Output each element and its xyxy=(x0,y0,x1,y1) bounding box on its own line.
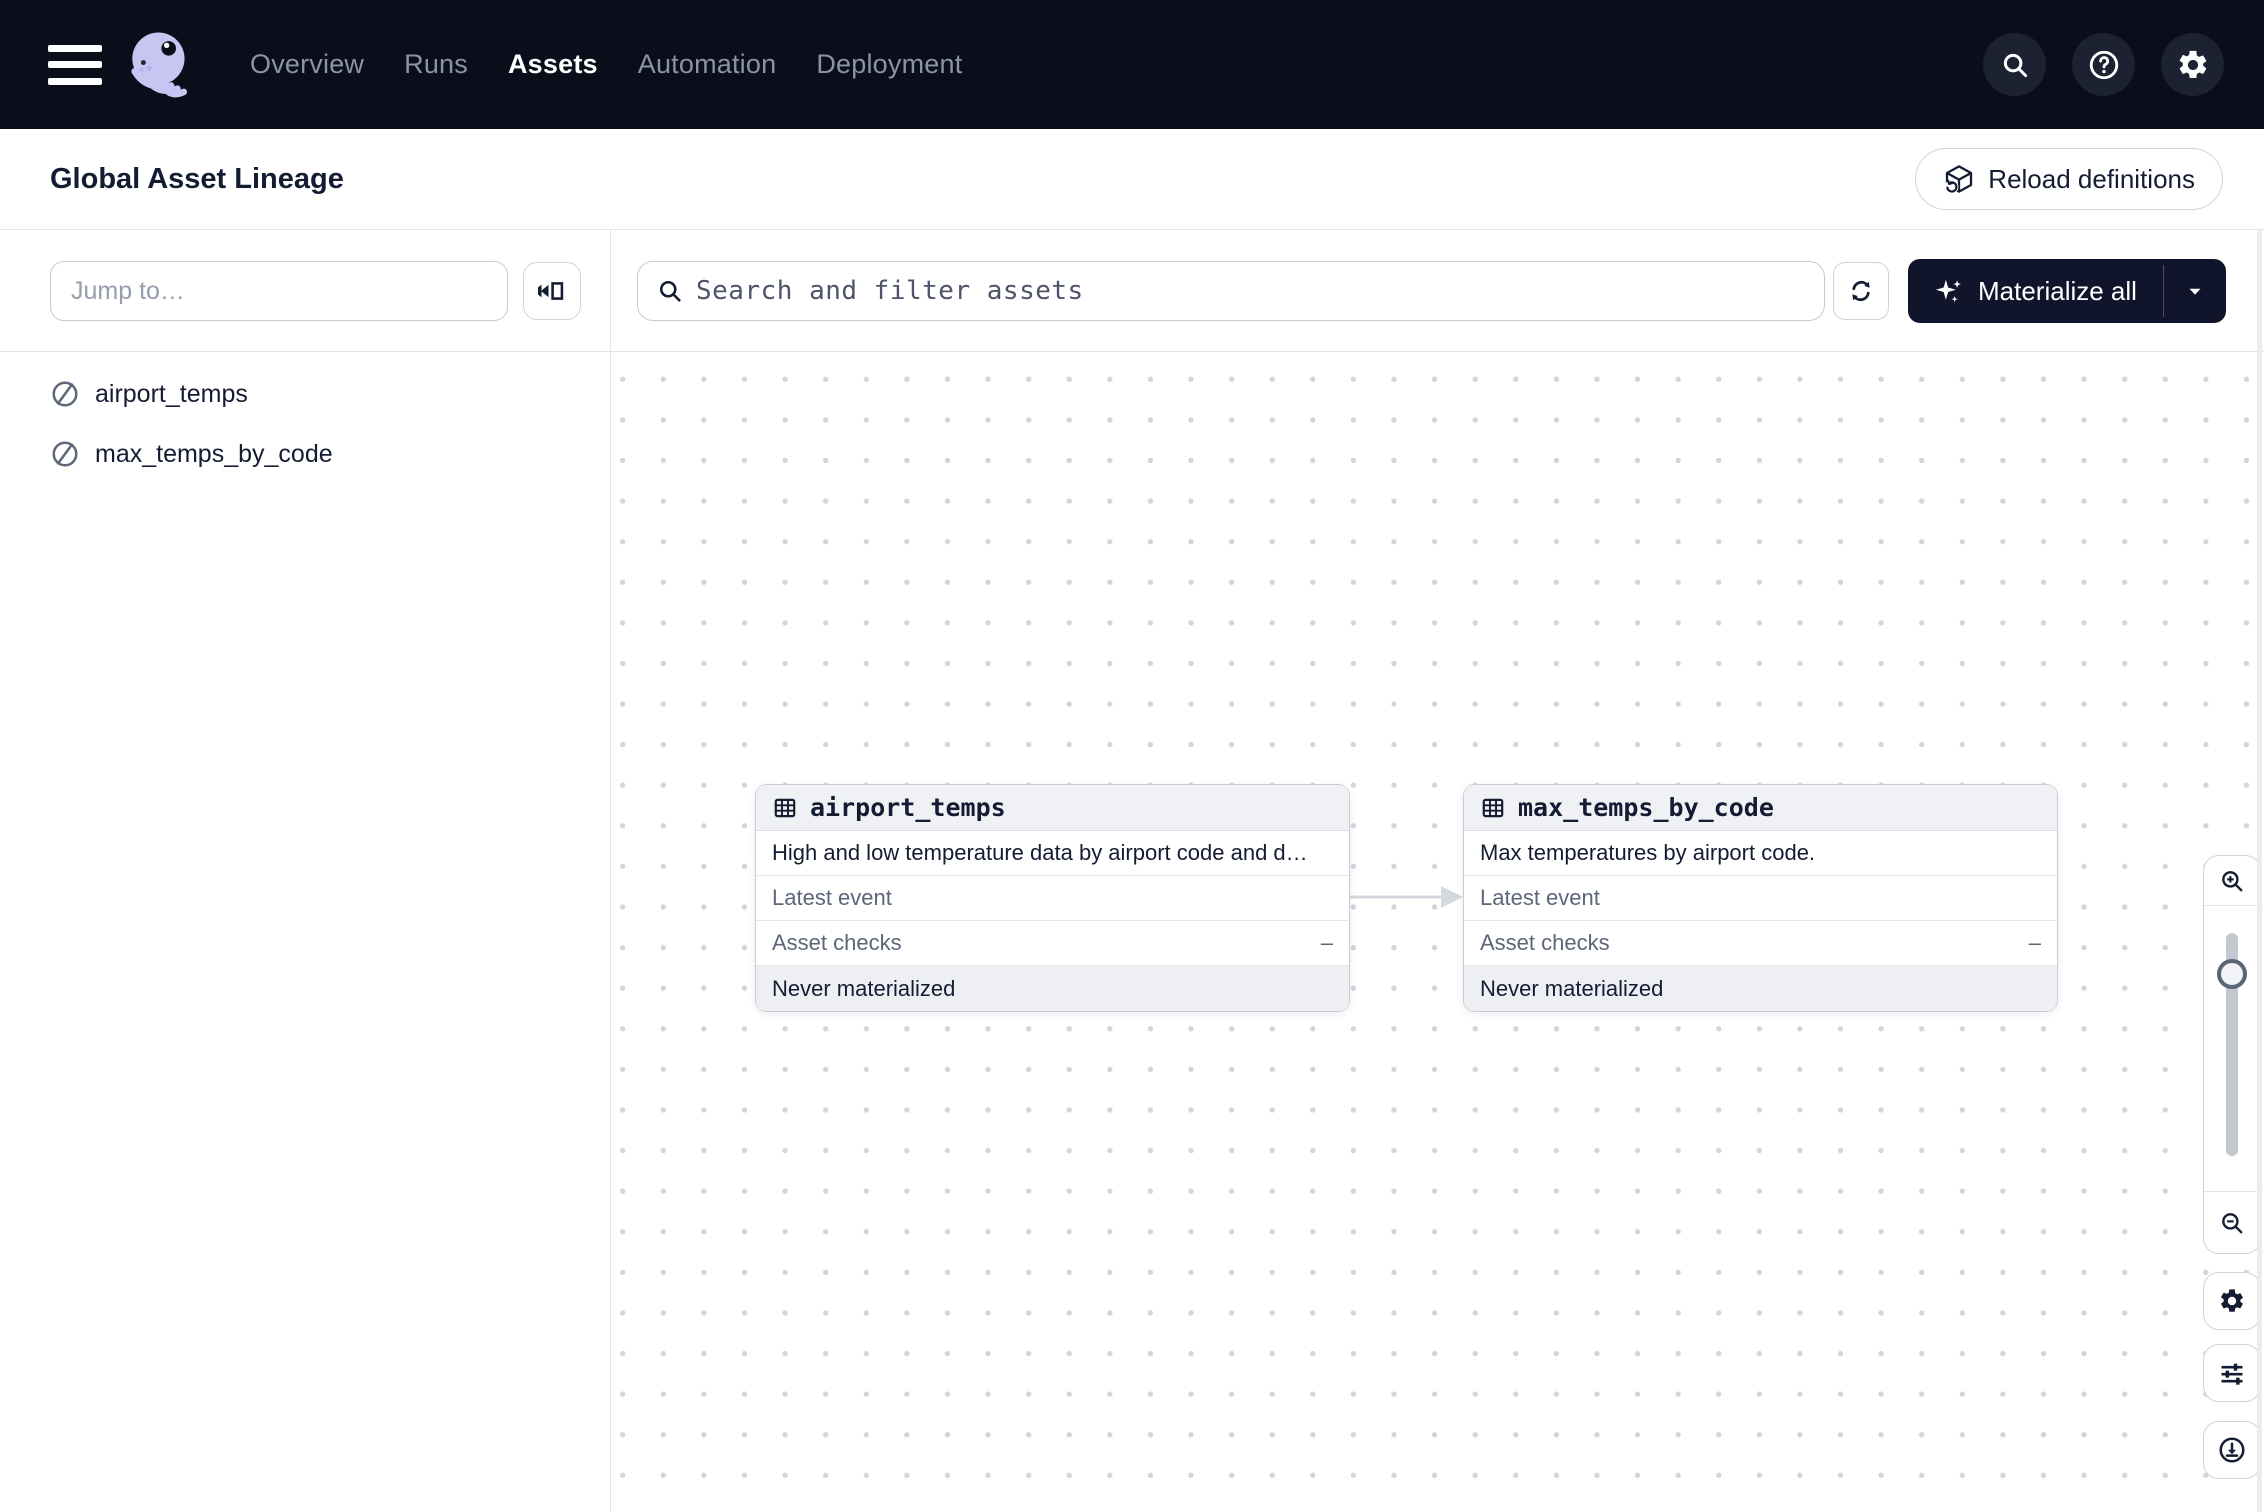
zoom-controls xyxy=(2203,855,2261,1254)
gear-icon xyxy=(2176,48,2210,82)
asset-node-title: airport_temps xyxy=(810,793,1006,822)
asset-node-header: max_temps_by_code xyxy=(1464,785,2057,831)
nav-item-automation[interactable]: Automation xyxy=(638,49,777,80)
asset-search-input[interactable] xyxy=(696,262,1824,320)
download-icon xyxy=(2217,1435,2247,1465)
nav-item-assets[interactable]: Assets xyxy=(508,49,598,80)
asset-node-header: airport_temps xyxy=(756,785,1349,831)
asset-search-box xyxy=(637,261,1825,321)
collapse-panel-icon xyxy=(538,277,566,305)
asset-name: max_temps_by_code xyxy=(95,440,333,469)
user-settings-button[interactable] xyxy=(2161,33,2224,96)
sidebar-asset-airport-temps[interactable]: airport_temps xyxy=(0,364,610,424)
sidebar-toolbar xyxy=(0,230,610,352)
nav-item-overview[interactable]: Overview xyxy=(250,49,364,80)
lineage-canvas[interactable]: airport_temps High and low temperature d… xyxy=(611,352,2264,1512)
filter-sliders-icon xyxy=(2218,1359,2246,1387)
chevron-down-icon xyxy=(2184,280,2206,302)
asset-node-title: max_temps_by_code xyxy=(1518,793,1774,822)
search-icon xyxy=(656,277,684,305)
asset-sidebar: airport_temps max_temps_by_code xyxy=(0,230,611,1512)
asset-checks-row: Asset checks – xyxy=(756,921,1349,966)
materialization-status: Never materialized xyxy=(1464,966,2057,1011)
asset-node-airport-temps[interactable]: airport_temps High and low temperature d… xyxy=(755,784,1350,1012)
reload-definitions-icon xyxy=(1943,163,1975,195)
page-title: Global Asset Lineage xyxy=(50,163,344,196)
jump-to-input[interactable] xyxy=(50,261,508,321)
dagster-logo[interactable] xyxy=(122,27,198,103)
nav-actions xyxy=(1983,33,2224,96)
nav-item-runs[interactable]: Runs xyxy=(404,49,468,80)
materialize-all-label: Materialize all xyxy=(1978,276,2137,307)
top-nav: Overview Runs Assets Automation Deployme… xyxy=(0,0,2264,129)
zoom-slider-thumb[interactable] xyxy=(2217,959,2247,989)
refresh-button[interactable] xyxy=(1833,262,1889,320)
graph-toolbar: Materialize all xyxy=(611,230,2264,352)
search-icon xyxy=(2000,50,2030,80)
materialization-status: Never materialized xyxy=(756,966,1349,1011)
asset-list: airport_temps max_temps_by_code xyxy=(0,352,610,484)
main-content: airport_temps max_temps_by_code xyxy=(0,230,2264,1512)
page-header: Global Asset Lineage Reload definitions xyxy=(0,129,2264,230)
table-icon xyxy=(772,795,798,821)
zoom-slider xyxy=(2204,906,2260,1191)
latest-event-row: Latest event xyxy=(756,876,1349,921)
nav-item-deployment[interactable]: Deployment xyxy=(816,49,962,80)
reload-definitions-label: Reload definitions xyxy=(1988,164,2195,195)
help-button[interactable] xyxy=(2072,33,2135,96)
asset-node-max-temps-by-code[interactable]: max_temps_by_code Max temperatures by ai… xyxy=(1463,784,2058,1012)
help-icon xyxy=(2087,48,2121,82)
zoom-in-button[interactable] xyxy=(2204,856,2260,906)
zoom-in-icon xyxy=(2219,868,2245,894)
hamburger-menu-icon[interactable] xyxy=(48,45,102,85)
settings-gear-icon xyxy=(2218,1287,2246,1315)
zoom-out-button[interactable] xyxy=(2204,1191,2260,1253)
asset-checks-row: Asset checks – xyxy=(1464,921,2057,966)
download-graph-button[interactable] xyxy=(2203,1421,2261,1479)
sparkle-icon xyxy=(1934,276,1964,306)
scrollbar-track[interactable] xyxy=(2257,230,2262,1512)
nav-items: Overview Runs Assets Automation Deployme… xyxy=(250,49,962,80)
refresh-icon xyxy=(1846,276,1876,306)
table-icon xyxy=(1480,795,1506,821)
zoom-out-icon xyxy=(2219,1210,2245,1236)
graph-filter-button[interactable] xyxy=(2203,1344,2261,1402)
app: Overview Runs Assets Automation Deployme… xyxy=(0,0,2264,1512)
graph-settings-button[interactable] xyxy=(2203,1272,2261,1330)
latest-event-row: Latest event xyxy=(1464,876,2057,921)
asset-node-description: Max temperatures by airport code. xyxy=(1464,831,2057,876)
materialize-all-main[interactable]: Materialize all xyxy=(1908,259,2163,323)
reload-definitions-button[interactable]: Reload definitions xyxy=(1915,148,2223,210)
asset-node-description: High and low temperature data by airport… xyxy=(756,831,1349,876)
sidebar-asset-max-temps-by-code[interactable]: max_temps_by_code xyxy=(0,424,610,484)
no-materialization-icon xyxy=(50,439,80,469)
materialize-options-button[interactable] xyxy=(2164,259,2226,323)
search-button[interactable] xyxy=(1983,33,2046,96)
asset-name: airport_temps xyxy=(95,380,248,409)
materialize-all-button: Materialize all xyxy=(1908,259,2226,323)
lineage-graph-panel: Materialize all airport_ xyxy=(611,230,2264,1512)
no-materialization-icon xyxy=(50,379,80,409)
collapse-sidebar-button[interactable] xyxy=(523,262,581,320)
